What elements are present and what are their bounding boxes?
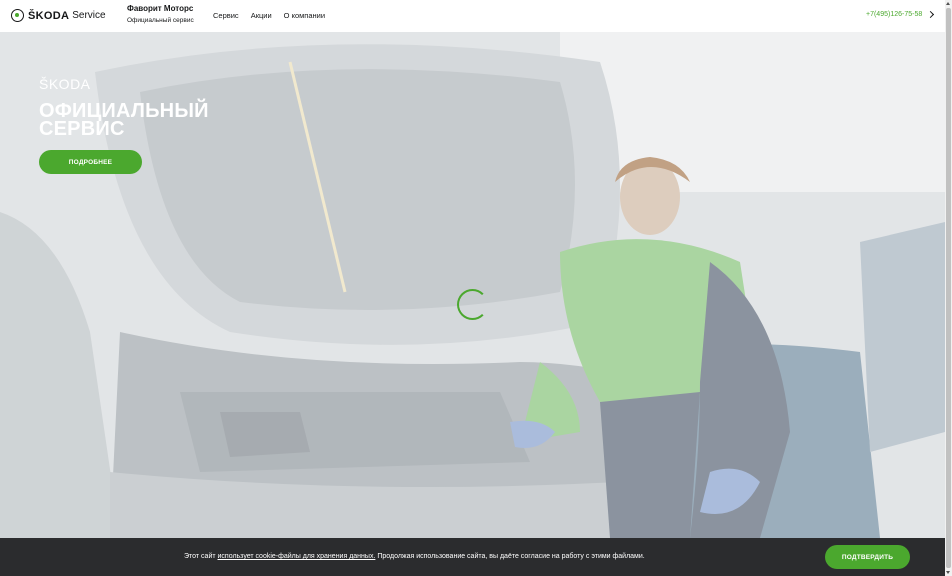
dealer-info[interactable]: Фаворит Моторс Официальный сервис — [127, 5, 194, 25]
dealer-name: Фаворит Моторс — [127, 4, 194, 13]
cookie-policy-link[interactable]: использует cookie-файлы для хранения дан… — [218, 553, 376, 560]
brand-word: ŠKODA — [28, 9, 70, 22]
nav-item-about[interactable]: О компании — [284, 11, 325, 20]
phone-number: +7(495)126-75-58 — [866, 11, 923, 18]
cookie-message: Этот сайт использует cookie-файлы для хр… — [184, 553, 645, 560]
hero-title: ОФИЦИАЛЬНЫЙ СЕРВИС — [39, 100, 209, 140]
scroll-up-arrow-icon[interactable] — [946, 2, 950, 5]
scrollbar-thumb[interactable] — [946, 8, 951, 568]
cookie-confirm-button[interactable]: ПОДТВЕРДИТЬ — [825, 545, 910, 569]
loading-spinner-icon — [457, 289, 488, 320]
nav-item-service[interactable]: Сервис — [213, 11, 239, 20]
hero-content: ŠKODA ОФИЦИАЛЬНЫЙ СЕРВИС ПОДРОБНЕЕ — [39, 76, 209, 174]
dealer-subtitle: Официальный сервис — [127, 17, 194, 24]
cookie-text-before: Этот сайт — [184, 553, 218, 560]
brand-logo[interactable]: ŠKODA Service — [11, 9, 106, 22]
page-scrollbar[interactable] — [945, 0, 952, 576]
cookie-text-after: Продолжая использование сайта, вы даёте … — [375, 553, 645, 560]
phone-link[interactable]: +7(495)126-75-58 — [866, 10, 935, 19]
nav-item-promotions[interactable]: Акции — [251, 11, 272, 20]
hero-banner: ŠKODA ОФИЦИАЛЬНЫЙ СЕРВИС ПОДРОБНЕЕ — [0, 32, 945, 538]
more-details-button[interactable]: ПОДРОБНЕЕ — [39, 150, 142, 174]
hero-skoda-logo: ŠKODA — [39, 76, 91, 92]
site-header: ŠKODA Service Фаворит Моторс Официальный… — [0, 0, 945, 32]
main-nav: Сервис Акции О компании — [213, 11, 325, 20]
chevron-right-icon — [927, 10, 935, 19]
scroll-down-arrow-icon[interactable] — [946, 571, 950, 574]
skoda-emblem-icon — [11, 9, 24, 22]
brand-service: Service — [72, 10, 106, 21]
cookie-banner: Этот сайт использует cookie-файлы для хр… — [0, 538, 945, 576]
